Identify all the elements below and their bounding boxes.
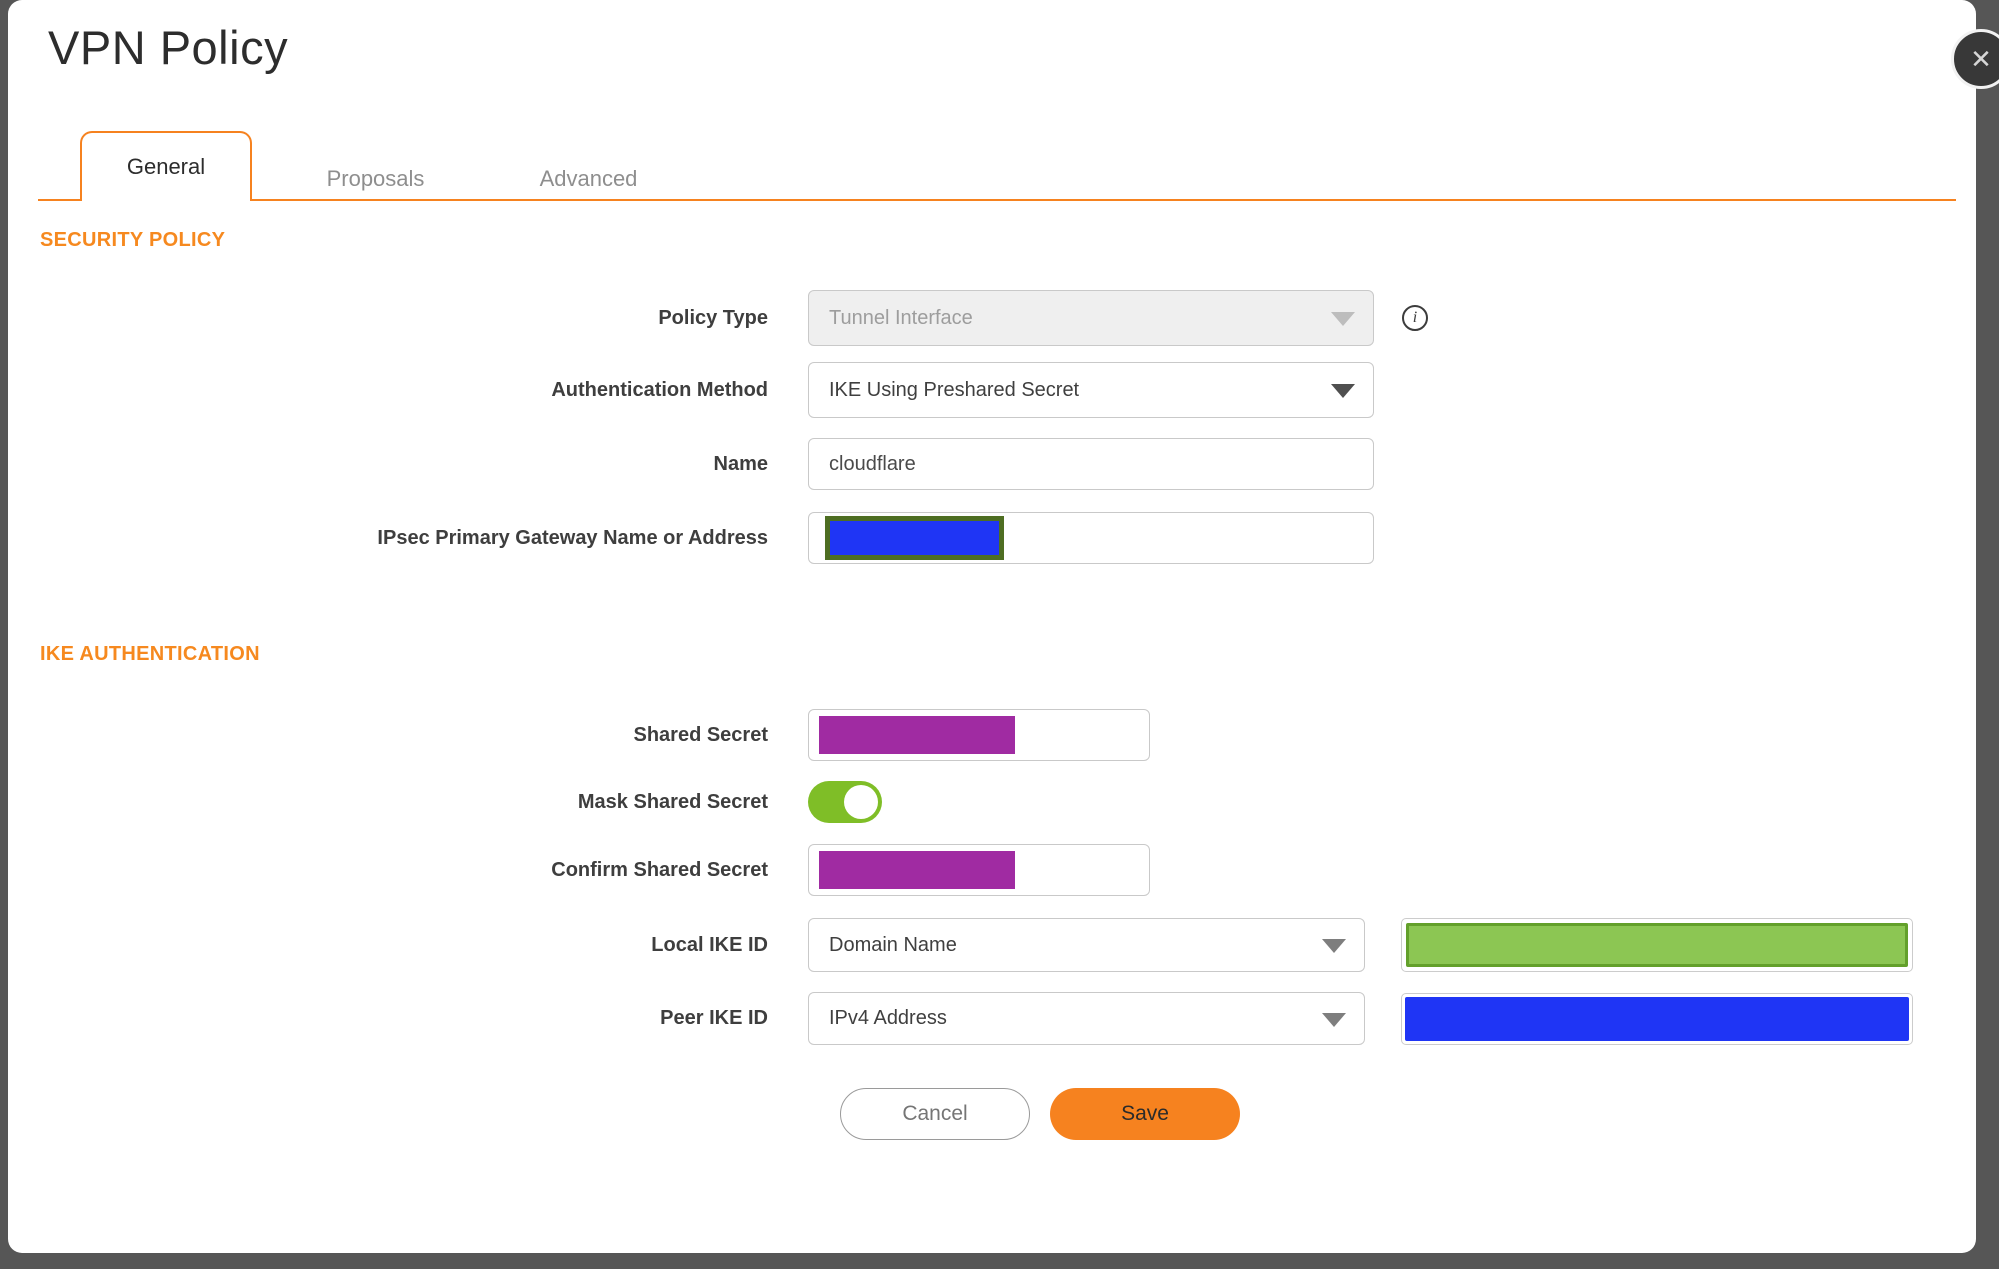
auth-method-label: Authentication Method [551, 378, 768, 401]
save-button[interactable]: Save [1050, 1088, 1240, 1140]
auth-method-row: Authentication Method IKE Using Preshare… [8, 362, 1976, 418]
toggle-knob [844, 785, 878, 819]
name-row: Name cloudflare [8, 438, 1976, 490]
chevron-down-icon [1331, 312, 1355, 326]
shared-secret-redacted-value [819, 716, 1015, 754]
confirm-shared-secret-label: Confirm Shared Secret [551, 858, 768, 881]
gateway-redacted-value [825, 516, 1004, 560]
peer-ike-id-type: IPv4 Address [829, 1007, 947, 1029]
ike-authentication-heading: IKE AUTHENTICATION [40, 643, 260, 665]
local-ike-id-row: Local IKE ID Domain Name [8, 918, 1976, 972]
cancel-button[interactable]: Cancel [840, 1088, 1030, 1140]
action-buttons: Cancel Save [840, 1088, 1976, 1140]
name-input[interactable]: cloudflare [808, 438, 1374, 490]
auth-method-value: IKE Using Preshared Secret [829, 378, 1080, 401]
confirm-shared-secret-redacted-value [819, 851, 1015, 889]
peer-ike-id-input[interactable] [1401, 992, 1913, 1045]
name-value: cloudflare [829, 452, 916, 475]
local-ike-id-type: Domain Name [829, 933, 957, 956]
gateway-row: IPsec Primary Gateway Name or Address [8, 512, 1976, 564]
confirm-shared-secret-row: Confirm Shared Secret [8, 844, 1976, 896]
local-ike-id-redacted-value [1406, 923, 1908, 967]
mask-shared-secret-toggle[interactable] [808, 781, 882, 823]
gateway-input[interactable] [808, 512, 1374, 564]
shared-secret-row: Shared Secret [8, 709, 1976, 761]
security-policy-heading: SECURITY POLICY [40, 229, 226, 251]
tab-proposals[interactable]: Proposals [313, 157, 438, 201]
policy-type-value: Tunnel Interface [829, 306, 973, 329]
policy-type-label: Policy Type [658, 306, 768, 329]
chevron-down-icon [1322, 1012, 1346, 1027]
tab-advanced[interactable]: Advanced [526, 157, 651, 201]
confirm-shared-secret-input[interactable] [808, 844, 1150, 896]
shared-secret-input[interactable] [808, 709, 1150, 761]
chevron-down-icon [1331, 384, 1355, 398]
vpn-policy-dialog: VPN Policy General Proposals Advanced SE… [8, 0, 1976, 1253]
tab-general[interactable]: General [80, 131, 252, 201]
page-title: VPN Policy [48, 21, 289, 74]
auth-method-select[interactable]: IKE Using Preshared Secret [808, 362, 1374, 418]
mask-shared-secret-label: Mask Shared Secret [577, 790, 768, 813]
local-ike-id-label: Local IKE ID [651, 933, 768, 956]
tab-general-label: General [126, 154, 206, 179]
peer-ike-id-row: Peer IKE ID IPv4 Address [8, 992, 1976, 1045]
local-ike-id-select[interactable]: Domain Name [808, 918, 1365, 972]
name-label: Name [713, 452, 768, 475]
local-ike-id-input[interactable] [1401, 918, 1913, 972]
peer-ike-id-label: Peer IKE ID [660, 1007, 768, 1029]
tab-strip: General Proposals Advanced [8, 131, 1976, 201]
mask-shared-secret-row: Mask Shared Secret [8, 781, 1976, 823]
gateway-label: IPsec Primary Gateway Name or Address [377, 526, 768, 549]
peer-ike-id-redacted-value [1405, 996, 1909, 1041]
info-icon[interactable]: i [1402, 305, 1428, 331]
policy-type-row: Policy Type Tunnel Interface i [8, 290, 1976, 346]
chevron-down-icon [1322, 939, 1346, 953]
peer-ike-id-select[interactable]: IPv4 Address [808, 992, 1365, 1045]
policy-type-select: Tunnel Interface [808, 290, 1374, 346]
close-icon: ✕ [1970, 43, 1992, 74]
tab-proposals-label: Proposals [326, 166, 425, 191]
shared-secret-label: Shared Secret [633, 723, 768, 746]
tab-advanced-label: Advanced [539, 166, 638, 191]
